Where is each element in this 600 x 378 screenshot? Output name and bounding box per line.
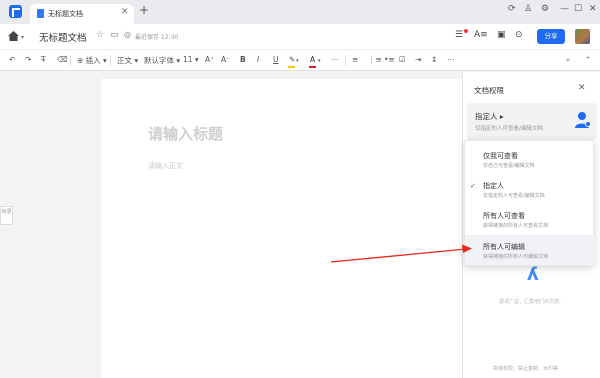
tshirt-icon[interactable]: ♙	[524, 4, 532, 14]
option-desc: 获得链接的所有人可编辑文档	[483, 254, 549, 260]
toolbar-divider	[70, 55, 71, 66]
option-desc: 仅自己可查看/编辑文档	[483, 163, 535, 169]
menu-icon[interactable]: ☰	[455, 30, 463, 40]
permission-option-private[interactable]: 仅我可查看 仅自己可查看/编辑文档	[465, 144, 595, 174]
permission-option-specified[interactable]: ✓ 指定人 仅指定的人可查看/编辑文档	[465, 174, 595, 204]
home-icon[interactable]	[8, 31, 19, 41]
home-menu-caret-icon[interactable]: ▾	[21, 34, 24, 41]
option-name: 指定人	[483, 182, 504, 190]
insert-menu[interactable]: ⊕ 插入 ▾	[77, 55, 107, 66]
paragraph-style-value: 正文	[117, 56, 132, 65]
outline-toggle[interactable]: 目录	[0, 206, 13, 225]
app-logo-icon	[9, 5, 22, 18]
title-bar: 无标题文档 ✕ + ⟳ ♙ ⚙ — ☐ ✕	[0, 0, 600, 24]
option-name: 所有人可编辑	[483, 243, 525, 251]
option-desc: 获得链接的所有人可查看文档	[483, 223, 549, 229]
sync-icon[interactable]: ⟳	[508, 4, 516, 14]
italic-button[interactable]: I	[257, 55, 259, 64]
checklist-icon[interactable]: ☑	[399, 55, 406, 64]
permission-dropdown: 仅我可查看 仅自己可查看/编辑文档 ✓ 指定人 仅指定的人可查看/编辑文档 所有…	[464, 140, 595, 266]
minimize-icon[interactable]: —	[560, 4, 569, 14]
indent-icon[interactable]: ⇥	[415, 55, 421, 64]
current-permission-desc: 仅指定的人可查看/编辑文档	[475, 126, 543, 132]
document-header: ▾ 无标题文档 ☆ ▭ ◎ 最近保存 12:30 ☰ A≡ ▣ ⊙ 分享	[0, 24, 600, 49]
decrease-font-icon[interactable]: A⁻	[221, 55, 230, 64]
new-tab-icon[interactable]: +	[139, 3, 149, 17]
tab-close-icon[interactable]: ✕	[121, 7, 129, 17]
paragraph-style-select[interactable]: 正文 ▾	[117, 55, 138, 66]
saved-cloud-icon: ◎	[124, 30, 131, 39]
insert-label: 插入	[85, 56, 101, 65]
increase-font-icon[interactable]: A⁺	[205, 55, 214, 64]
document-title[interactable]: 无标题文档	[39, 30, 87, 44]
numbered-list-icon[interactable]: ⋮≡	[368, 55, 382, 64]
avatar[interactable]	[575, 29, 590, 44]
text-format-icon[interactable]: A≡	[474, 30, 488, 40]
person-icon	[575, 112, 591, 128]
notification-dot	[464, 29, 468, 33]
more-format-icon[interactable]: ⋯	[331, 55, 339, 64]
check-icon: ✓	[470, 182, 476, 190]
toolbar-divider	[345, 55, 346, 66]
tab-title: 无标题文档	[48, 10, 83, 18]
option-desc: 仅指定的人可查看/编辑文档	[483, 193, 545, 199]
font-size-value: 11	[183, 55, 193, 64]
star-icon[interactable]: ☆	[96, 30, 104, 40]
invite-illustration-icon: ʎ	[527, 264, 539, 285]
underline-button[interactable]: U	[273, 55, 279, 64]
permission-option-anyone-view[interactable]: 所有人可查看 获得链接的所有人可查看文档	[465, 204, 595, 234]
line-spacing-icon[interactable]: ↕	[431, 55, 437, 64]
formatting-toolbar: ↶ ↷ T̶ ⌫ ⊕ 插入 ▾ 正文 ▾ 默认字体 ▾ 11 ▾ A⁺ A⁻ B…	[0, 49, 600, 71]
undo-icon[interactable]: ↶	[9, 55, 15, 64]
option-name: 所有人可查看	[483, 212, 525, 220]
font-family-value: 默认字体	[144, 56, 174, 65]
document-tab[interactable]: 无标题文档 ✕	[30, 4, 134, 24]
font-color-bar	[309, 66, 316, 68]
save-status: 最近保存 12:30	[135, 34, 179, 41]
bold-button[interactable]: B	[240, 55, 246, 64]
search-icon[interactable]: ⌕	[566, 55, 570, 65]
bullet-list-icon[interactable]: •≡	[384, 55, 395, 64]
invite-note: 邀请广益，汇集他们的灵感。	[499, 299, 565, 305]
highlight-button[interactable]: ✎	[289, 55, 295, 64]
font-size-select[interactable]: 11 ▾	[183, 55, 199, 64]
document-page[interactable]: 请输入标题 请输入正文	[101, 79, 464, 378]
font-family-select[interactable]: 默认字体 ▾	[144, 55, 180, 66]
panel-close-icon[interactable]: ✕	[578, 83, 586, 93]
redo-icon[interactable]: ↷	[25, 55, 31, 64]
move-folder-icon[interactable]: ▭	[110, 30, 119, 40]
settings-icon[interactable]: ⚙	[541, 4, 549, 14]
toolbar-divider	[110, 55, 111, 66]
permission-option-anyone-edit[interactable]: 所有人可编辑 获得链接的所有人可编辑文档	[465, 235, 595, 265]
title-placeholder[interactable]: 请输入标题	[148, 123, 223, 144]
panel-title: 文档权限	[474, 86, 504, 95]
current-permission: 指定人 ▸	[475, 112, 504, 121]
maximize-icon[interactable]: ☐	[574, 4, 582, 14]
option-name: 仅我可查看	[483, 152, 518, 160]
close-window-icon[interactable]: ✕	[589, 4, 597, 14]
align-icon[interactable]: ≡	[352, 55, 358, 64]
advanced-permissions-link[interactable]: 高级权限：禁止复制、水印等	[493, 365, 558, 372]
body-placeholder[interactable]: 请输入正文	[148, 161, 183, 171]
history-icon[interactable]: ⊙	[515, 30, 523, 40]
font-color-button[interactable]: A	[310, 55, 315, 64]
more-icon[interactable]: ⋯	[447, 55, 455, 64]
current-permission-name: 指定人	[475, 112, 498, 121]
presentation-icon[interactable]: ▣	[497, 30, 506, 40]
document-icon	[37, 9, 44, 18]
share-button[interactable]: 分享	[537, 29, 565, 44]
font-color-caret-icon[interactable]: ▾	[318, 58, 321, 64]
permission-selector[interactable]: 指定人 ▸ 仅指定的人可查看/编辑文档	[467, 103, 597, 140]
collapse-toolbar-icon[interactable]: ⌃	[585, 55, 591, 64]
format-painter-icon[interactable]: ⌫	[57, 55, 68, 64]
highlight-caret-icon[interactable]: ▾	[296, 58, 299, 64]
highlight-color-bar	[288, 66, 295, 68]
clear-format-icon[interactable]: T̶	[41, 55, 46, 64]
